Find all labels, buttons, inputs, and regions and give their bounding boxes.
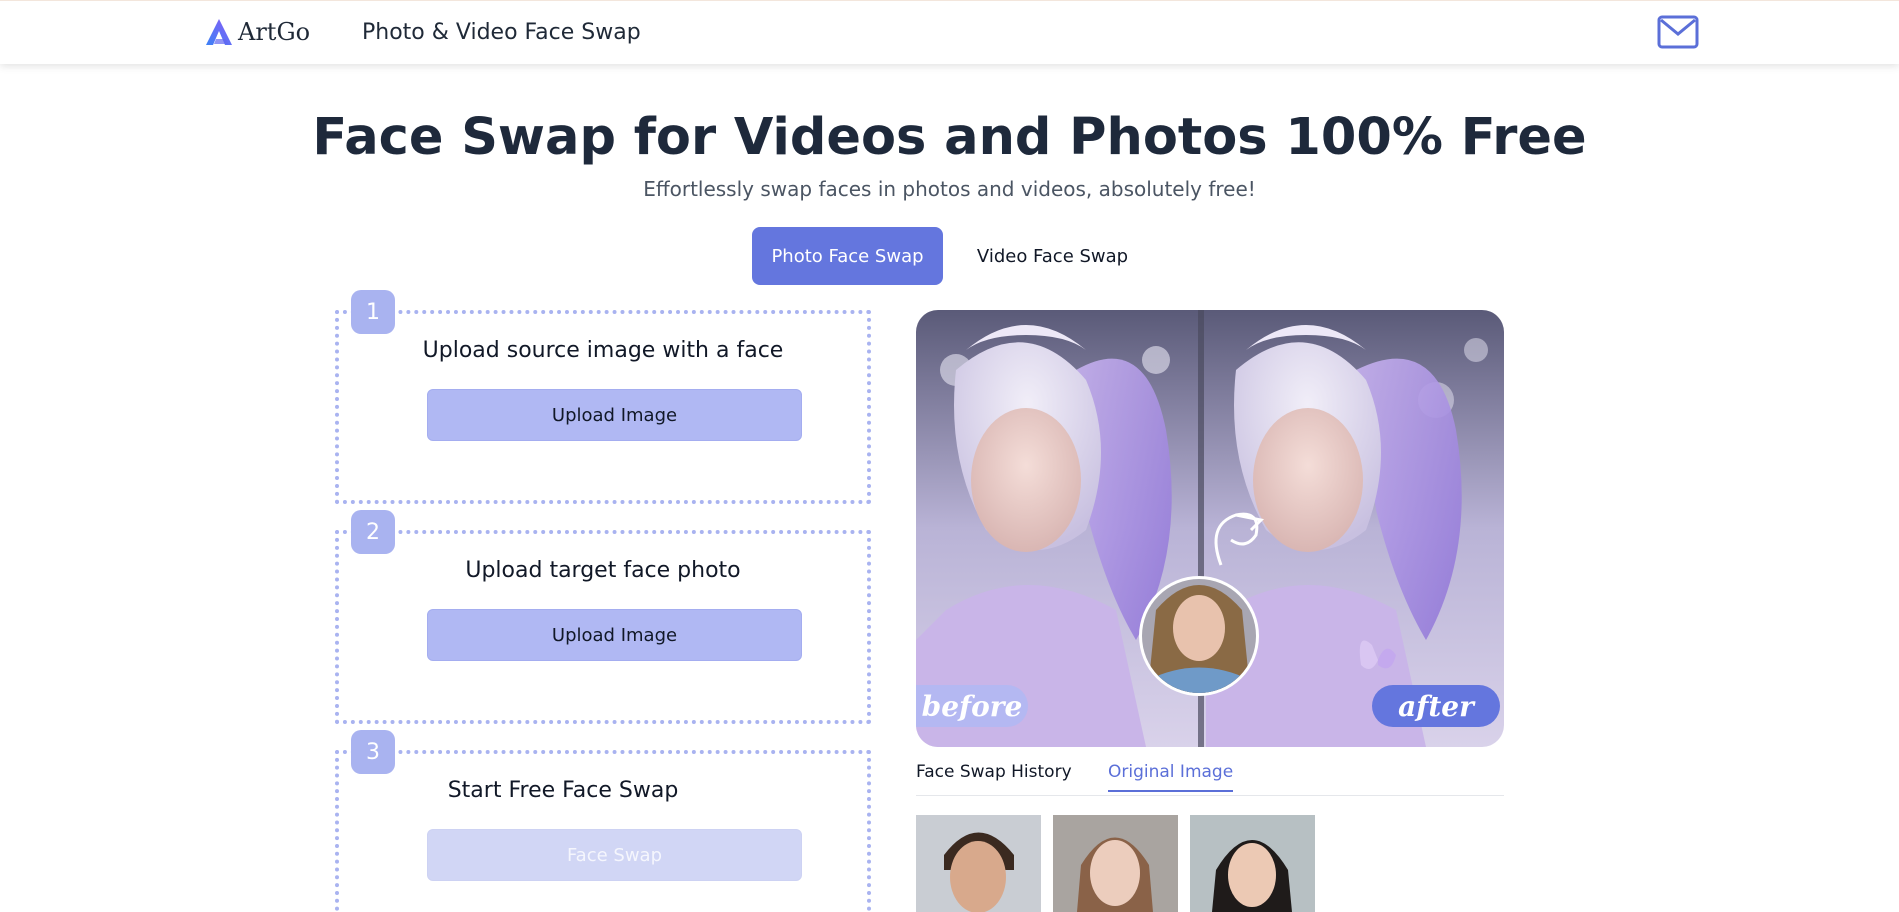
step-number-badge: 2 [351,510,395,554]
page-title: Face Swap for Videos and Photos 100% Fre… [312,108,1587,167]
face-swap-button[interactable]: Face Swap [427,829,802,881]
page-subtitle: Effortlessly swap faces in photos and vi… [643,177,1256,201]
sample-face-thumbnail[interactable] [916,815,1041,912]
brand-name: ArtGo [238,18,311,46]
step-title: Start Free Face Swap [447,778,679,803]
tab-original-image[interactable]: Original Image [1108,762,1234,792]
brand-logo[interactable]: ArtGo [204,17,310,47]
top-header: ArtGo Photo & Video Face Swap [0,0,1899,64]
step-upload-source: 1 Upload source image with a face Upload… [335,290,871,504]
step-title: Upload target face photo [465,558,741,583]
preview-illustration [916,310,1504,747]
before-after-preview: before after [916,310,1504,747]
sample-face-thumbnail[interactable] [1053,815,1178,912]
step-start-swap: 3 Start Free Face Swap Face Swap [335,730,871,912]
step-upload-target: 2 Upload target face photo Upload Image [335,510,871,724]
after-label: after [1372,685,1500,727]
nav-title-link[interactable]: Photo & Video Face Swap [362,20,641,45]
tab-photo-face-swap[interactable]: Photo Face Swap [752,227,943,285]
step-number-badge: 3 [351,730,395,774]
tab-divider [916,795,1504,796]
tab-face-swap-history[interactable]: Face Swap History [916,762,1072,790]
before-label: before [916,685,1028,727]
step-title: Upload source image with a face [422,338,784,363]
upload-target-button[interactable]: Upload Image [427,609,802,661]
sample-face-thumbnail[interactable] [1190,815,1315,912]
artgo-logo-icon [206,19,232,45]
tab-video-face-swap[interactable]: Video Face Swap [957,227,1148,285]
mail-icon[interactable] [1657,15,1699,49]
upload-source-button[interactable]: Upload Image [427,389,802,441]
step-number-badge: 1 [351,290,395,334]
